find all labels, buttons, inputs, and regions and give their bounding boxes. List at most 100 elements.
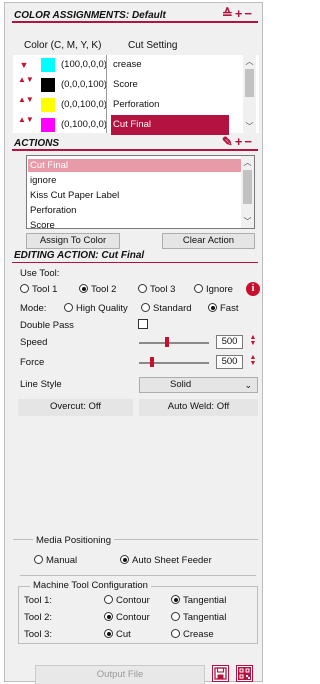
cut-setting-cell[interactable]: Perforation [111, 95, 229, 115]
cut-setting-column-header: Cut Setting [128, 40, 178, 51]
info-icon[interactable]: i [246, 282, 260, 296]
tool-3-cut-radio[interactable]: Cut [104, 629, 131, 640]
standard-radio[interactable]: Standard [141, 303, 192, 314]
speed-slider-track[interactable] [139, 342, 209, 344]
tool-1-contour-label: Contour [116, 595, 150, 606]
scroll-up-icon[interactable]: ︿ [243, 56, 256, 67]
double-pass-checkbox[interactable] [138, 319, 148, 329]
actions-header-buttons[interactable]: ✎+− [222, 135, 254, 148]
actions-title: ACTIONS [14, 138, 59, 149]
manual-label: Manual [46, 555, 78, 566]
save-icon[interactable] [212, 665, 229, 682]
speed-slider-handle[interactable] [165, 337, 169, 347]
color-assignments-actions[interactable]: ≙+− [222, 7, 254, 20]
manual-radio[interactable]: Manual [34, 555, 77, 566]
radio-selected-icon [120, 555, 129, 564]
line-style-select[interactable]: Solid ⌄ [139, 377, 258, 393]
action-item[interactable]: Score [28, 219, 242, 228]
color-value: (100,0,0,0) [61, 59, 107, 70]
tool-2-radio[interactable]: Tool 2 [79, 284, 116, 295]
ignore-radio[interactable]: Ignore [194, 284, 233, 295]
auto-sheet-feeder-label: Auto Sheet Feeder [132, 555, 212, 566]
actions-list[interactable]: Cut Final ignore Kiss Cut Paper Label Pe… [26, 155, 255, 229]
speed-label: Speed [20, 337, 48, 348]
tool-2-contour-radio[interactable]: Contour [104, 612, 150, 623]
cut-setting-cell[interactable]: crease [111, 55, 229, 75]
scroll-thumb[interactable] [245, 69, 254, 97]
tool-3-cut-label: Cut [116, 629, 131, 640]
color-swatch [41, 98, 55, 112]
tool-3-crease-radio[interactable]: Crease [171, 629, 214, 640]
editing-action-header: EDITING ACTION: Cut Final [12, 248, 258, 263]
auto-weld-button[interactable]: Auto Weld: Off [139, 399, 258, 416]
color-swatch [41, 58, 55, 72]
tool-3-label: Tool 3 [150, 284, 176, 295]
assign-to-color-button[interactable]: Assign To Color [26, 233, 120, 249]
radio-icon [194, 284, 203, 293]
move-up-down-icon[interactable]: ▲▼ [18, 115, 34, 125]
radio-icon [138, 284, 147, 293]
tool-3-crease-label: Crease [183, 629, 214, 640]
auto-sheet-feeder-radio[interactable]: Auto Sheet Feeder [120, 555, 212, 566]
color-value: (0,0,100,0) [61, 99, 107, 110]
color-table-scrollbar[interactable]: ︿ ﹀ [243, 55, 256, 133]
cut-setting-cell-selected[interactable]: Cut Final [111, 115, 229, 135]
double-pass-label: Double Pass [20, 320, 74, 331]
standard-label: Standard [153, 303, 192, 314]
radio-selected-icon [171, 595, 180, 604]
radio-icon [171, 629, 180, 638]
actions-list-scrollbar[interactable]: ︿ ﹀ [241, 156, 254, 228]
tool-1-tangential-radio[interactable]: Tangential [171, 595, 226, 606]
radio-icon [141, 303, 150, 312]
media-positioning-title: Media Positioning [33, 535, 114, 546]
move-up-down-icon[interactable]: ▲▼ [18, 75, 34, 85]
fast-radio[interactable]: Fast [208, 303, 238, 314]
action-item[interactable]: Kiss Cut Paper Label [28, 189, 242, 202]
force-slider-handle[interactable] [150, 357, 154, 367]
high-quality-label: High Quality [76, 303, 128, 314]
color-swatch [41, 78, 55, 92]
move-down-icon[interactable]: ▼ [18, 55, 30, 75]
line-style-label: Line Style [20, 379, 62, 390]
scroll-down-icon[interactable]: ﹀ [241, 216, 254, 227]
tool-2-label: Tool 2 [91, 284, 117, 295]
cut-setting-cell[interactable]: Score [111, 75, 229, 95]
force-label: Force [20, 357, 45, 368]
tool-2-tangential-label: Tangential [183, 612, 227, 623]
scroll-up-icon[interactable]: ︿ [241, 157, 254, 168]
ignore-label: Ignore [206, 284, 233, 295]
output-file-button[interactable]: Output File [35, 665, 205, 684]
color-assignments-header: COLOR ASSIGNMENTS: Default ≙+− [12, 7, 258, 23]
color-swatch [41, 118, 55, 132]
line-style-value: Solid [170, 379, 192, 390]
tool-2-contour-label: Contour [116, 612, 150, 623]
speed-input[interactable]: 500 [216, 335, 243, 349]
action-item-selected[interactable]: Cut Final [28, 159, 242, 172]
overcut-button[interactable]: Overcut: Off [18, 399, 133, 416]
clear-action-button[interactable]: Clear Action [162, 233, 255, 249]
tool-1-radio[interactable]: Tool 1 [20, 284, 57, 295]
action-item[interactable]: Perforation [28, 204, 242, 217]
machine-tool-3-label: Tool 3: [24, 629, 52, 640]
tool-2-tangential-radio[interactable]: Tangential [171, 612, 226, 623]
radio-icon [104, 595, 113, 604]
tool-3-radio[interactable]: Tool 3 [138, 284, 175, 295]
scroll-down-icon[interactable]: ﹀ [243, 121, 256, 132]
force-stepper-icon[interactable]: ▲ ▼ [248, 354, 258, 367]
cut-setting-column: crease Score Perforation Cut Final [106, 55, 232, 135]
machine-tool-config-title: Machine Tool Configuration [30, 580, 151, 591]
tool-1-contour-radio[interactable]: Contour [104, 595, 150, 606]
scroll-thumb[interactable] [243, 170, 252, 204]
machine-tool-2-label: Tool 2: [24, 612, 52, 623]
radio-selected-icon [104, 612, 113, 621]
qr-code-icon[interactable] [236, 665, 253, 682]
actions-header: ACTIONS ✎+− [12, 135, 258, 151]
radio-icon [171, 612, 180, 621]
speed-stepper-icon[interactable]: ▲ ▼ [248, 334, 258, 347]
mode-label: Mode: [20, 303, 47, 314]
action-item[interactable]: ignore [28, 174, 242, 187]
move-up-down-icon[interactable]: ▲▼ [18, 95, 34, 105]
radio-icon [34, 555, 43, 564]
force-input[interactable]: 500 [216, 355, 243, 369]
high-quality-radio[interactable]: High Quality [64, 303, 128, 314]
